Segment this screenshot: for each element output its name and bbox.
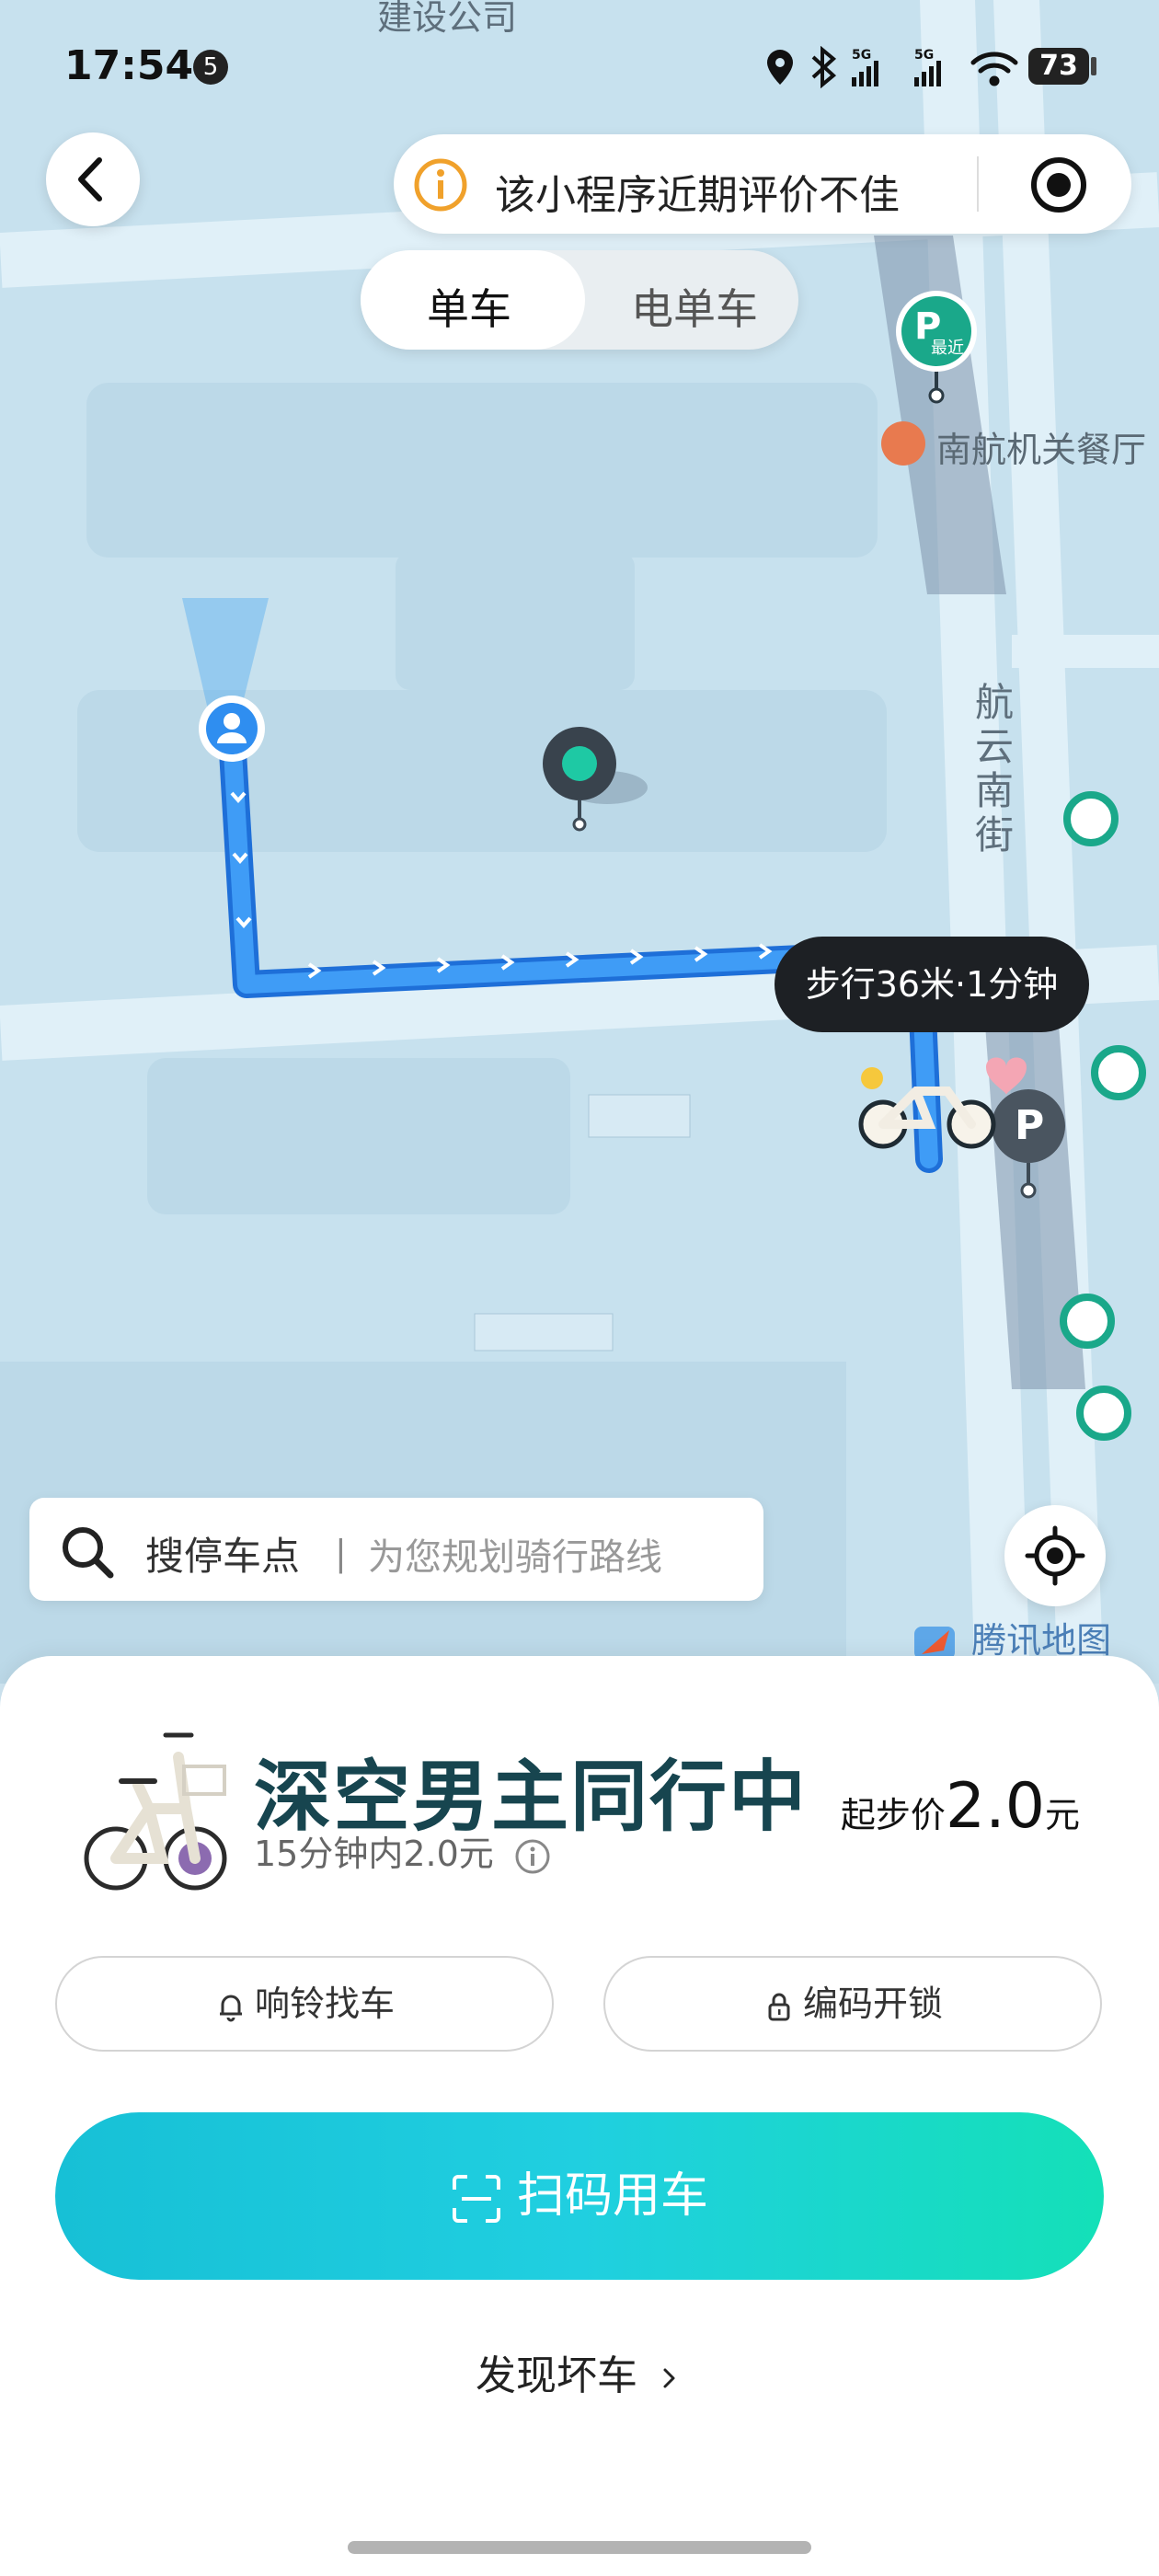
price-info: 起步价2.0元 <box>841 1770 1080 1843</box>
lock-icon <box>768 1993 790 2020</box>
bike-sheet: 深空男主同行中 15分钟内2.0元 起步价2.0元 响铃找车 编码开锁 扫码用车… <box>0 1656 1159 2576</box>
scan-label: 扫码用车 <box>516 2168 708 2224</box>
search-icon <box>63 1527 114 1579</box>
battery-indicator: 73 <box>1028 48 1089 85</box>
battery-cap <box>1091 57 1096 75</box>
back-button[interactable] <box>46 132 140 226</box>
scan-content: 扫码用车 <box>55 2112 1104 2280</box>
bike-image <box>84 1732 227 1891</box>
price-label: 起步价 <box>840 1795 946 1835</box>
chevron-right-icon <box>663 2368 675 2388</box>
code-unlock-label: 编码开锁 <box>802 1984 943 2024</box>
tab-ebike[interactable]: 电单车 <box>631 276 758 337</box>
ring-bell-button[interactable]: 响铃找车 <box>55 1956 554 2052</box>
parking-nearest-label: 最近 <box>931 339 964 358</box>
ring-bell-label: 响铃找车 <box>254 1984 395 2024</box>
signal-icon-1: 5G <box>852 48 878 86</box>
location-icon <box>767 50 793 85</box>
search-label: 搜停车点 <box>145 1534 301 1579</box>
locate-me-button[interactable] <box>1004 1505 1106 1606</box>
home-indicator <box>348 2541 811 2554</box>
report-broken-label: 发现坏车 <box>476 2352 637 2399</box>
bike-subtitle-text: 15分钟内2.0元 <box>254 1834 494 1874</box>
notification-badge: 5 <box>193 50 228 85</box>
restaurant-label: 南航机关餐厅 <box>936 430 1147 470</box>
svg-text:5G: 5G <box>914 48 934 63</box>
code-unlock-content: 编码开锁 <box>605 1958 1100 2050</box>
notice-text: 该小程序近期评价不佳 <box>495 172 900 219</box>
signal-icon-2: 5G <box>914 48 941 86</box>
walk-tip: 步行36米·1分钟 <box>775 937 1089 1032</box>
tab-bike[interactable]: 单车 <box>427 276 511 337</box>
search-separator: | <box>335 1533 347 1573</box>
search-placeholder: 为您规划骑行路线 <box>368 1536 662 1579</box>
bell-icon <box>219 1995 242 2021</box>
price-value: 2.0 <box>945 1770 1045 1843</box>
info-icon <box>414 158 467 212</box>
map-attribution-text: 腾讯地图 <box>971 1620 1112 1661</box>
crosshair-icon <box>1025 1525 1085 1586</box>
notice-divider <box>977 156 979 212</box>
status-icons: 5G 5G <box>767 46 1018 88</box>
mode-switch: 单车 电单车 <box>361 250 798 350</box>
parking-pin-letter: P <box>1015 1102 1045 1149</box>
status-bar: 17:54 5 5G 5G 73 <box>0 0 1159 138</box>
status-time: 17:54 <box>64 42 194 89</box>
report-broken-link[interactable]: 发现坏车 <box>0 2342 1159 2407</box>
scan-icon <box>452 2175 500 2223</box>
rating-notice[interactable]: 该小程序近期评价不佳 <box>394 134 1131 234</box>
scan-to-ride-button[interactable]: 扫码用车 <box>55 2112 1104 2280</box>
bluetooth-icon <box>811 46 837 88</box>
ring-bell-content: 响铃找车 <box>57 1958 552 2050</box>
info-icon[interactable] <box>514 1838 551 1875</box>
price-unit: 元 <box>1044 1795 1080 1835</box>
chevron-left-icon <box>78 157 102 201</box>
code-unlock-button[interactable]: 编码开锁 <box>603 1956 1102 2052</box>
bike-subtitle: 15分钟内2.0元 <box>254 1825 551 1876</box>
street-label: 航云南街 <box>975 680 1015 857</box>
record-target-icon[interactable] <box>1028 155 1089 215</box>
wifi-icon <box>970 52 1018 86</box>
parking-search[interactable]: 搜停车点 | 为您规划骑行路线 <box>29 1498 763 1601</box>
svg-text:5G: 5G <box>852 48 871 63</box>
